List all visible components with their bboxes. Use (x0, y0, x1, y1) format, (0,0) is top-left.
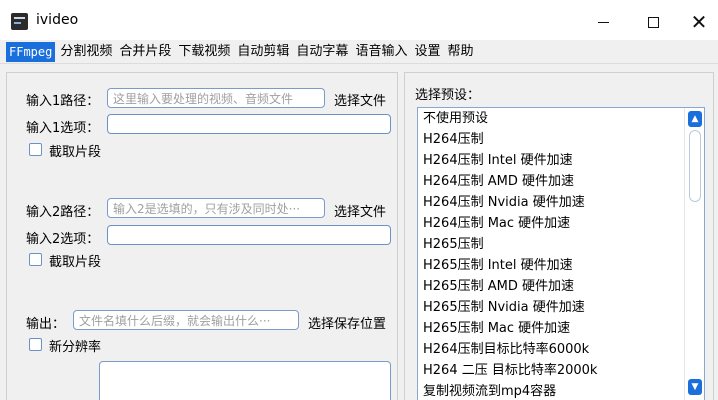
tab-download-video[interactable]: 下载视频 (176, 42, 232, 62)
preset-item[interactable]: H264 二压 目标比特率2000k (418, 360, 704, 381)
input2-options-input[interactable] (107, 225, 391, 245)
tab-bar: FFmpeg 分割视频 合并片段 下载视频 自动剪辑 自动字幕 语音输入 设置 … (0, 40, 718, 64)
chevron-up-icon: ▲ (691, 113, 699, 124)
input2-path-label: 输入2路径： (26, 205, 100, 220)
ffmpeg-form-panel: 输入1路径： 这里输入要处理的视频、音频文件 选择文件 输入1选项： 截取片段 … (6, 72, 398, 400)
preset-list[interactable]: 不使用预设 H264压制 H264压制 Intel 硬件加速 H264压制 AM… (417, 107, 705, 400)
tab-voice-input[interactable]: 语音输入 (353, 42, 409, 62)
preset-item[interactable]: H264压制 AMD 硬件加速 (418, 171, 704, 192)
input2-options-label: 输入2选项： (26, 232, 100, 247)
input2-clip-label: 截取片段 (49, 255, 102, 270)
preset-item[interactable]: 复制视频流到mp4容器 (418, 381, 704, 400)
tab-auto-edit[interactable]: 自动剪辑 (235, 42, 291, 62)
maximize-icon (647, 16, 659, 28)
preset-item[interactable]: H265压制 Nvidia 硬件加速 (418, 297, 704, 318)
minimize-icon (597, 21, 609, 23)
app-icon (11, 13, 28, 30)
preset-item[interactable]: H264压制 Mac 硬件加速 (418, 213, 704, 234)
preset-panel: 选择预设： 不使用预设 H264压制 H264压制 Intel 硬件加速 H26… (404, 72, 714, 400)
tab-split-video[interactable]: 分割视频 (58, 42, 114, 62)
input1-options-label: 输入1选项： (26, 121, 100, 136)
preset-item[interactable]: H264压制 Nvidia 硬件加速 (418, 192, 704, 213)
input1-path-label: 输入1路径： (26, 94, 100, 109)
title-bar: ivideo ✕ (0, 0, 718, 40)
close-button[interactable]: ✕ (676, 8, 718, 36)
input1-choose-file-button[interactable]: 选择文件 (334, 90, 386, 109)
input1-clip-checkbox[interactable] (29, 143, 42, 156)
tab-auto-subtitle[interactable]: 自动字幕 (294, 42, 350, 62)
input2-choose-file-button[interactable]: 选择文件 (334, 201, 386, 220)
preset-item[interactable]: H264压制 (418, 129, 704, 150)
chevron-down-icon: ▼ (691, 381, 699, 392)
command-output-textarea[interactable] (99, 361, 391, 400)
output-label: 输出： (26, 317, 66, 332)
scroll-thumb[interactable] (689, 130, 701, 202)
minimize-button[interactable] (580, 8, 626, 36)
preset-item[interactable]: H265压制 Intel 硬件加速 (418, 255, 704, 276)
preset-item[interactable]: 不使用预设 (418, 108, 704, 129)
preset-item[interactable]: H264压制目标比特率6000k (418, 339, 704, 360)
input1-path-input[interactable]: 这里输入要处理的视频、音频文件 (107, 88, 325, 108)
maximize-button[interactable] (630, 8, 676, 36)
preset-item[interactable]: H265压制 Mac 硬件加速 (418, 318, 704, 339)
preset-item[interactable]: H264压制 Intel 硬件加速 (418, 150, 704, 171)
preset-title: 选择预设： (415, 88, 481, 103)
close-icon: ✕ (690, 10, 708, 34)
input2-clip-checkbox[interactable] (29, 253, 42, 266)
input1-clip-label: 截取片段 (49, 145, 102, 160)
new-resolution-checkbox[interactable] (29, 338, 42, 351)
window-title: ivideo (36, 12, 79, 28)
scroll-down-button[interactable]: ▼ (688, 379, 702, 395)
new-resolution-label: 新分辨率 (49, 340, 102, 355)
input2-path-input[interactable]: 输入2是选填的，只有涉及同时处··· (107, 198, 325, 218)
preset-item[interactable]: H265压制 AMD 硬件加速 (418, 276, 704, 297)
tab-help[interactable]: 帮助 (445, 42, 475, 62)
output-path-input[interactable]: 文件名填什么后缀，就会输出什么··· (73, 310, 299, 330)
main-area: 输入1路径： 这里输入要处理的视频、音频文件 选择文件 输入1选项： 截取片段 … (0, 64, 718, 400)
preset-scrollbar[interactable]: ▲ ▼ (684, 108, 704, 400)
input1-options-input[interactable] (107, 114, 391, 134)
tab-settings[interactable]: 设置 (412, 42, 442, 62)
tab-merge-clips[interactable]: 合并片段 (117, 42, 173, 62)
choose-save-location-button[interactable]: 选择保存位置 (308, 313, 386, 332)
preset-item[interactable]: H265压制 (418, 234, 704, 255)
tab-ffmpeg[interactable]: FFmpeg (6, 41, 56, 62)
scroll-up-button[interactable]: ▲ (688, 111, 702, 127)
